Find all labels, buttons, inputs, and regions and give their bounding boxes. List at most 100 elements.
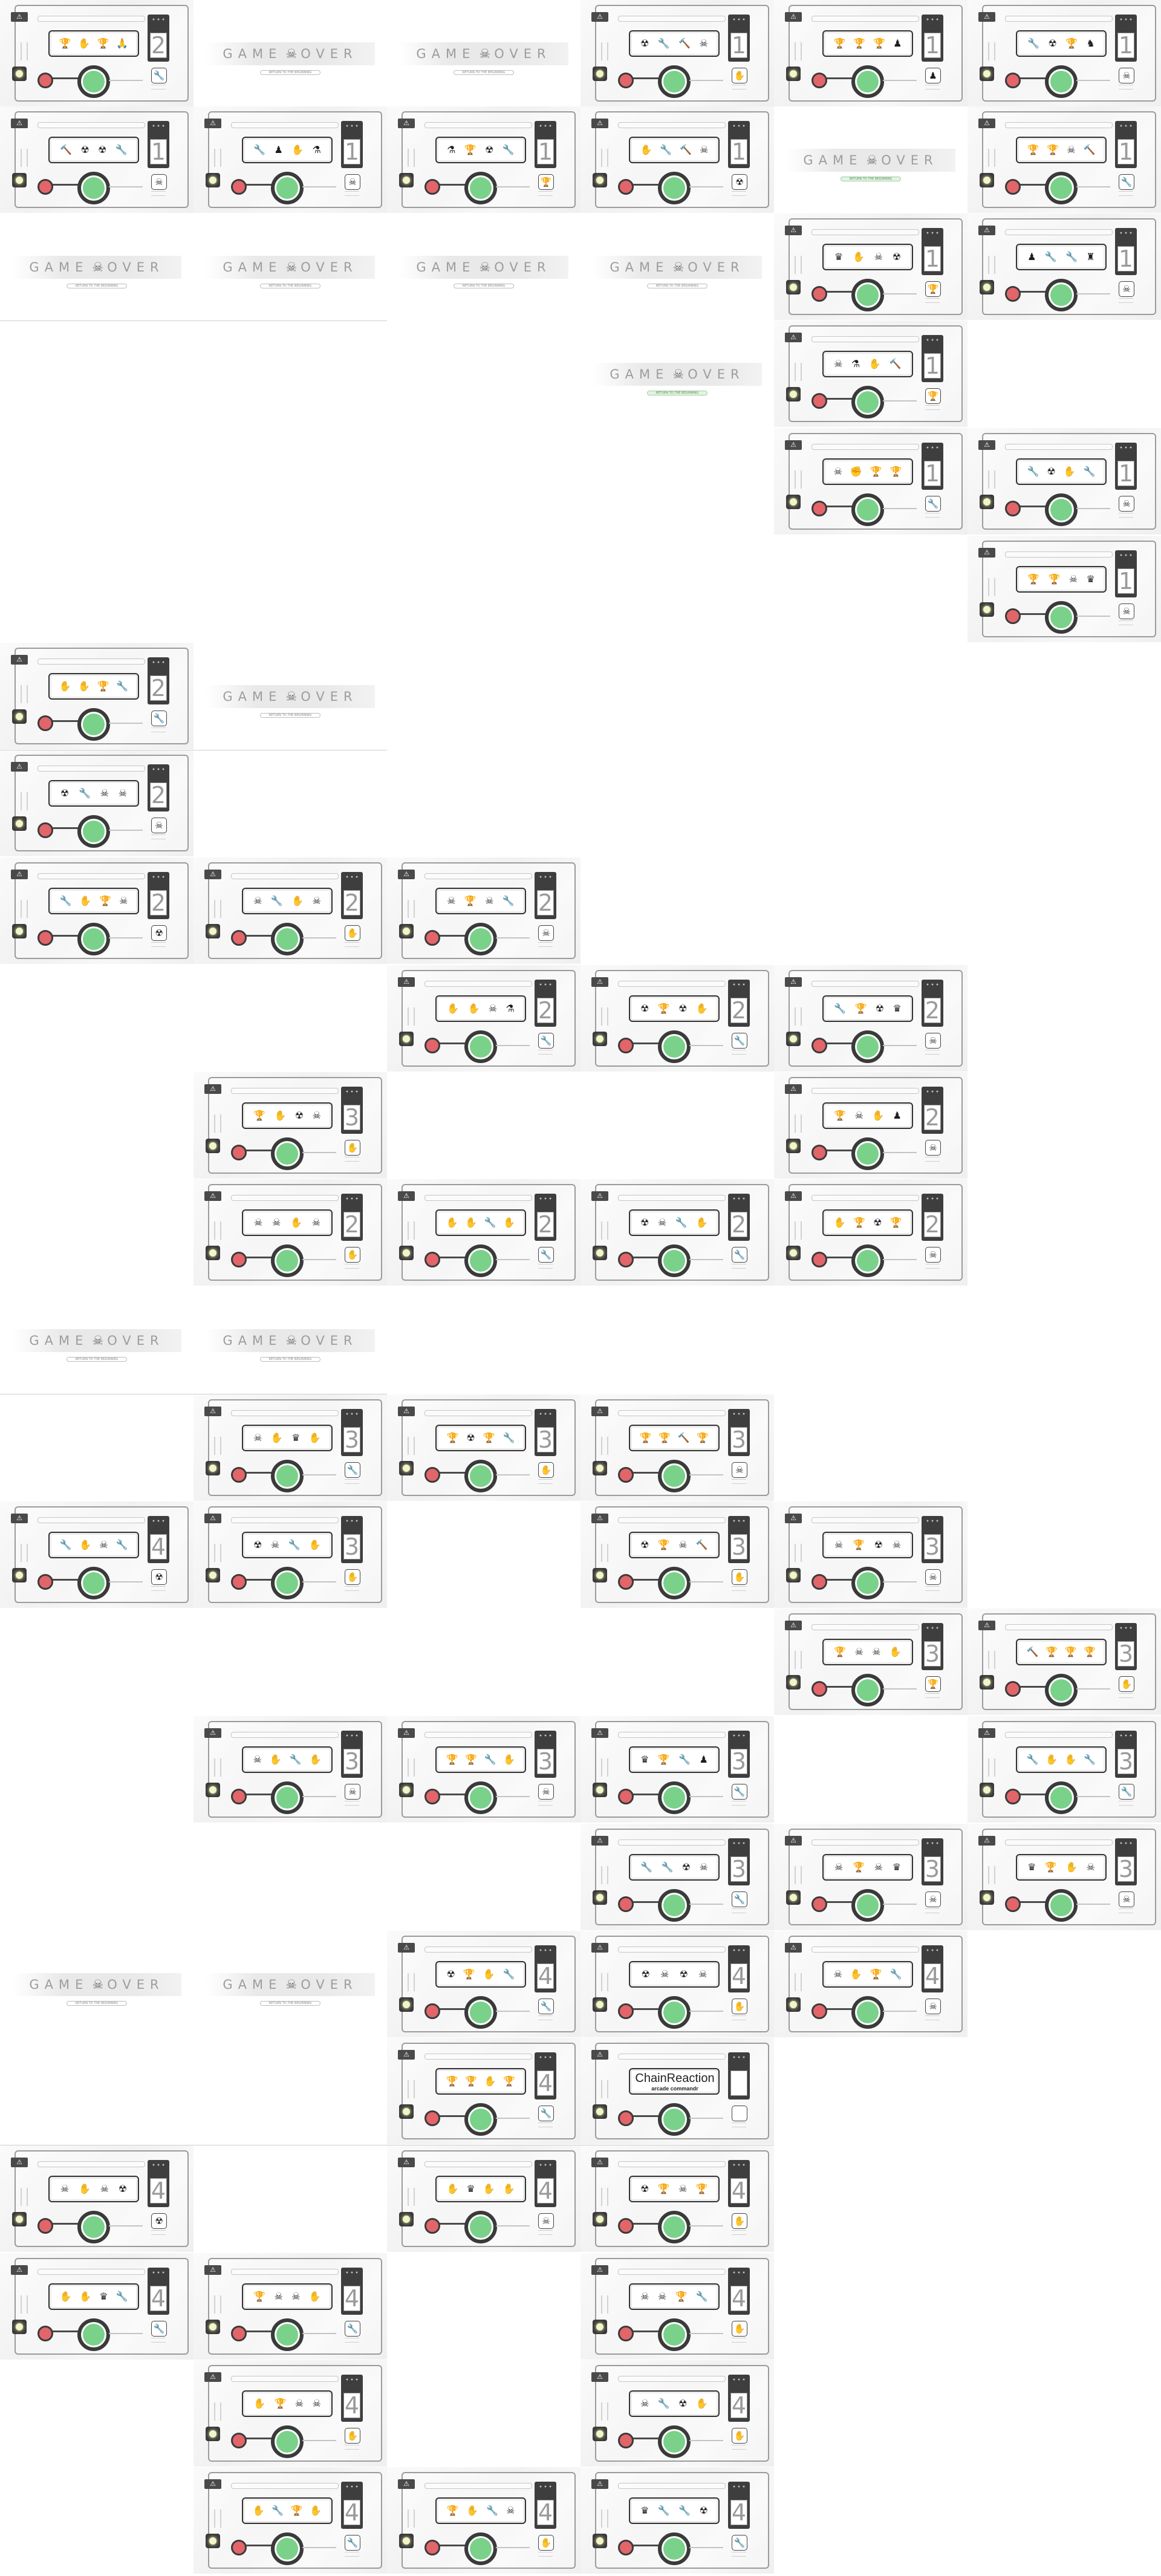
red-button[interactable] xyxy=(811,1896,827,1912)
red-button[interactable] xyxy=(37,1574,53,1590)
green-button[interactable] xyxy=(1045,172,1078,204)
return-to-beginning-button[interactable]: RETURN TO THE BEGINNING xyxy=(260,1357,320,1362)
green-button[interactable] xyxy=(658,1460,691,1492)
green-button[interactable] xyxy=(658,1781,691,1814)
red-button[interactable] xyxy=(618,2003,634,2019)
green-button[interactable] xyxy=(658,1030,691,1063)
red-button[interactable] xyxy=(811,501,827,516)
green-button[interactable] xyxy=(271,1781,304,1814)
green-button[interactable] xyxy=(1045,279,1078,311)
green-button[interactable] xyxy=(271,2318,304,2351)
green-button[interactable] xyxy=(658,1244,691,1277)
red-button[interactable] xyxy=(1005,608,1021,624)
green-button[interactable] xyxy=(77,708,110,741)
return-to-beginning-button[interactable]: RETURN TO THE BEGINNING xyxy=(260,2001,320,2006)
green-button[interactable] xyxy=(851,1030,884,1063)
red-button[interactable] xyxy=(37,930,53,946)
return-to-beginning-button[interactable]: RETURN TO THE BEGINNING xyxy=(67,1357,127,1362)
red-button[interactable] xyxy=(424,2218,440,2234)
green-button[interactable] xyxy=(658,1567,691,1599)
green-button[interactable] xyxy=(851,1567,884,1599)
red-button[interactable] xyxy=(37,2326,53,2341)
red-button[interactable] xyxy=(1005,501,1021,516)
red-button[interactable] xyxy=(618,2433,634,2448)
red-button[interactable] xyxy=(618,1038,634,1053)
green-button[interactable] xyxy=(1045,1781,1078,1814)
green-button[interactable] xyxy=(658,65,691,98)
green-button[interactable] xyxy=(464,1030,497,1063)
green-button[interactable] xyxy=(77,923,110,955)
red-button[interactable] xyxy=(1005,1789,1021,1804)
red-button[interactable] xyxy=(231,1574,247,1590)
red-button[interactable] xyxy=(424,2110,440,2126)
green-button[interactable] xyxy=(851,279,884,311)
red-button[interactable] xyxy=(811,1145,827,1160)
red-button[interactable] xyxy=(37,822,53,838)
red-button[interactable] xyxy=(811,393,827,409)
green-button[interactable] xyxy=(851,1137,884,1170)
return-to-beginning-button[interactable]: RETURN TO THE BEGINNING xyxy=(260,284,320,288)
red-button[interactable] xyxy=(618,1896,634,1912)
red-button[interactable] xyxy=(618,1574,634,1590)
green-button[interactable] xyxy=(464,2103,497,2136)
red-button[interactable] xyxy=(811,1574,827,1590)
red-button[interactable] xyxy=(618,2218,634,2234)
red-button[interactable] xyxy=(424,1038,440,1053)
return-to-beginning-button[interactable]: RETURN TO THE BEGINNING xyxy=(67,2001,127,2006)
green-button[interactable] xyxy=(851,1889,884,1922)
green-button[interactable] xyxy=(271,923,304,955)
green-button[interactable] xyxy=(1045,493,1078,526)
green-button[interactable] xyxy=(77,815,110,848)
return-to-beginning-button[interactable]: RETURN TO THE BEGINNING xyxy=(67,284,127,288)
return-to-beginning-button[interactable]: RETURN TO THE BEGINNING xyxy=(454,284,514,288)
green-button[interactable] xyxy=(464,923,497,955)
red-button[interactable] xyxy=(1005,73,1021,88)
red-button[interactable] xyxy=(424,1252,440,1267)
red-button[interactable] xyxy=(811,73,827,88)
red-button[interactable] xyxy=(811,286,827,302)
red-button[interactable] xyxy=(618,179,634,195)
red-button[interactable] xyxy=(37,73,53,88)
red-button[interactable] xyxy=(231,1789,247,1804)
red-button[interactable] xyxy=(37,179,53,195)
green-button[interactable] xyxy=(77,1567,110,1599)
return-to-beginning-button[interactable]: RETURN TO THE BEGINNING xyxy=(647,391,707,395)
green-button[interactable] xyxy=(271,1244,304,1277)
green-button[interactable] xyxy=(77,2318,110,2351)
red-button[interactable] xyxy=(424,1467,440,1483)
green-button[interactable] xyxy=(851,65,884,98)
green-button[interactable] xyxy=(464,2532,497,2565)
red-button[interactable] xyxy=(231,930,247,946)
red-button[interactable] xyxy=(424,2540,440,2555)
red-button[interactable] xyxy=(37,2218,53,2234)
green-button[interactable] xyxy=(271,1137,304,1170)
green-button[interactable] xyxy=(658,1996,691,2029)
green-button[interactable] xyxy=(271,2425,304,2458)
red-button[interactable] xyxy=(618,2326,634,2341)
red-button[interactable] xyxy=(424,2003,440,2019)
red-button[interactable] xyxy=(231,2540,247,2555)
green-button[interactable] xyxy=(851,1244,884,1277)
green-button[interactable] xyxy=(658,2318,691,2351)
green-button[interactable] xyxy=(1045,65,1078,98)
green-button[interactable] xyxy=(1045,1889,1078,1922)
green-button[interactable] xyxy=(464,1781,497,1814)
green-button[interactable] xyxy=(464,1996,497,2029)
red-button[interactable] xyxy=(618,1252,634,1267)
green-button[interactable] xyxy=(464,1460,497,1492)
red-button[interactable] xyxy=(1005,286,1021,302)
green-button[interactable] xyxy=(658,2211,691,2243)
green-button[interactable] xyxy=(77,2211,110,2243)
green-button[interactable] xyxy=(851,1996,884,2029)
green-button[interactable] xyxy=(271,1460,304,1492)
green-button[interactable] xyxy=(271,172,304,204)
red-button[interactable] xyxy=(37,715,53,731)
green-button[interactable] xyxy=(1045,601,1078,634)
return-to-beginning-button[interactable]: RETURN TO THE BEGINNING xyxy=(647,284,707,288)
green-button[interactable] xyxy=(851,386,884,418)
red-button[interactable] xyxy=(618,2110,634,2126)
green-button[interactable] xyxy=(658,172,691,204)
red-button[interactable] xyxy=(424,1789,440,1804)
red-button[interactable] xyxy=(618,1467,634,1483)
green-button[interactable] xyxy=(77,172,110,204)
